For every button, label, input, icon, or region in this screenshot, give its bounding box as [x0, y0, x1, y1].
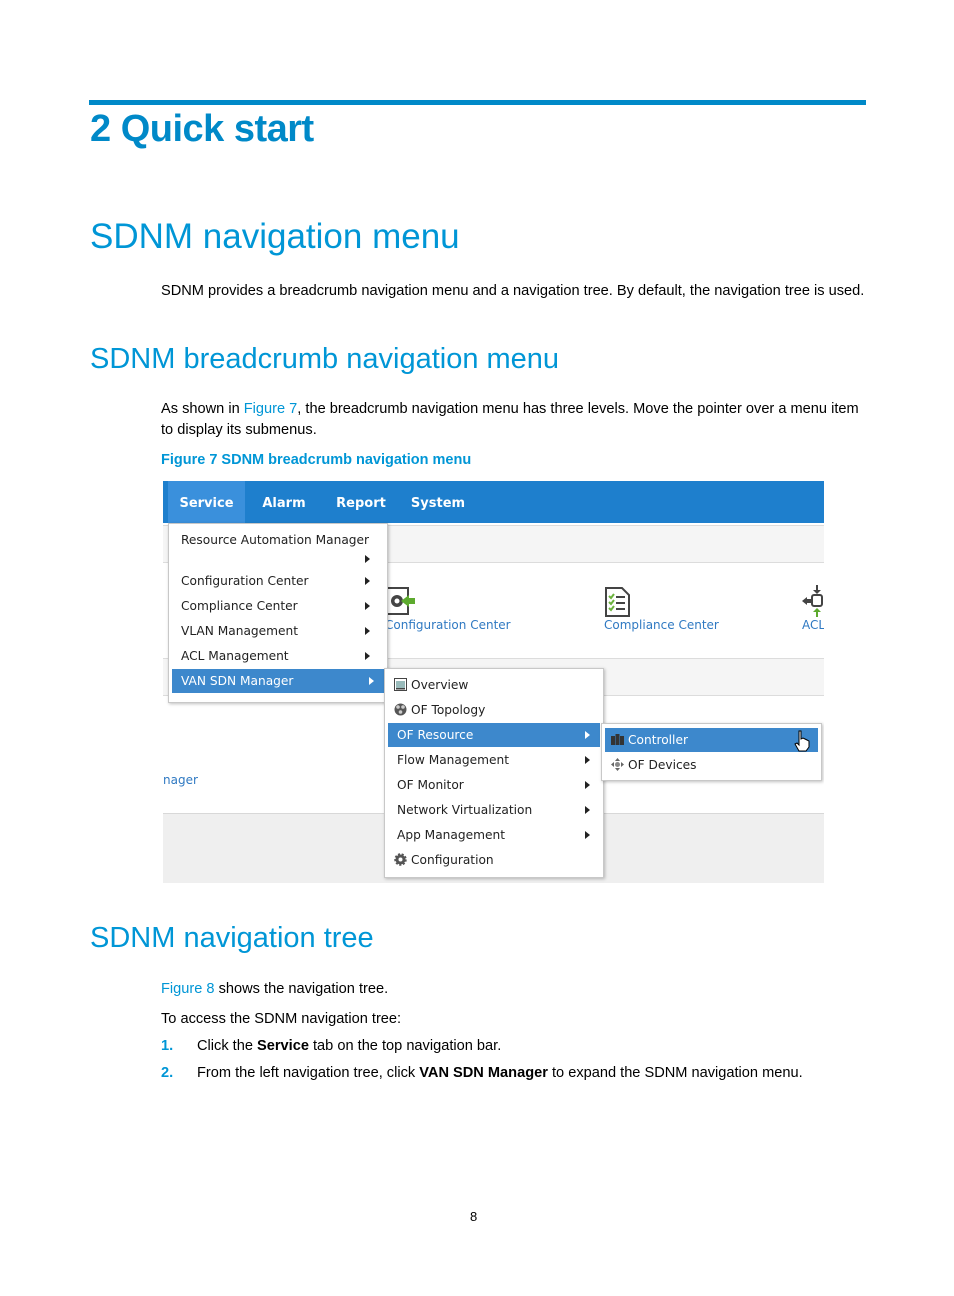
menu-item-configuration-center[interactable]: Configuration Center	[172, 569, 384, 593]
tab-system[interactable]: System	[405, 481, 471, 523]
menu-item-label: Flow Management	[397, 753, 509, 767]
page-number: 8	[470, 1209, 478, 1224]
menu-item-van-sdn-manager[interactable]: VAN SDN Manager	[172, 669, 384, 693]
gear-icon	[394, 853, 407, 866]
chapter-rule	[89, 100, 866, 105]
breadcrumb-section-title: SDNM breadcrumb navigation menu	[90, 343, 560, 375]
menu-item-of-devices[interactable]: OF Devices	[605, 753, 818, 777]
submenu-arrow-icon	[585, 781, 590, 789]
menu-item-label: ACL Management	[181, 649, 289, 663]
menu-item-configuration[interactable]: Configuration	[388, 848, 600, 872]
menu-item-of-monitor[interactable]: OF Monitor	[388, 773, 600, 797]
section-title: SDNM navigation menu	[90, 217, 460, 256]
of-devices-icon	[611, 758, 624, 771]
menu-item-app-management[interactable]: App Management	[388, 823, 600, 847]
submenu-arrow-icon	[585, 806, 590, 814]
step-text-bold: Service	[257, 1038, 309, 1054]
menu-item-label: VAN SDN Manager	[181, 674, 294, 688]
menu-item-label: Compliance Center	[181, 599, 298, 613]
submenu-arrow-icon	[365, 577, 370, 585]
submenu-arrow-icon	[365, 602, 370, 610]
compliance-center-link[interactable]: Compliance Center	[604, 618, 719, 632]
menu-item-label: OF Resource	[397, 728, 474, 742]
step-text-pre: Click the	[197, 1038, 258, 1054]
breadcrumb-paragraph: As shown in Figure 7, the breadcrumb nav…	[161, 399, 866, 441]
submenu-arrow-icon	[585, 756, 590, 764]
topology-icon	[394, 703, 407, 716]
menu-item-flow-management[interactable]: Flow Management	[388, 748, 600, 772]
submenu-arrow-icon	[365, 652, 370, 660]
submenu-arrow-icon	[365, 627, 370, 635]
menu-item-controller[interactable]: Controller	[605, 728, 818, 752]
step-text-post: tab on the top navigation bar.	[308, 1038, 502, 1054]
figure-8-link[interactable]: Figure 8	[161, 981, 215, 997]
access-intro: To access the SDNM navigation tree:	[161, 1011, 402, 1027]
van-sdn-manager-submenu: Overview OF Topology OF Resource Flow Ma…	[384, 668, 604, 878]
submenu-arrow-icon	[585, 831, 590, 839]
top-navbar: Service Alarm Report System	[163, 481, 824, 523]
figure-7-screenshot: Service Alarm Report System Configuratio…	[163, 481, 824, 883]
intro-paragraph: SDNM provides a breadcrumb navigation me…	[161, 283, 865, 299]
acl-icon	[802, 585, 823, 617]
step-text-pre: From the left navigation tree, click	[197, 1065, 420, 1081]
para-prefix: As shown in	[161, 401, 244, 417]
step-number: 1.	[161, 1038, 174, 1054]
menu-item-label: Network Virtualization	[397, 803, 533, 817]
step-text-post: to expand the SDNM navigation menu.	[547, 1065, 803, 1081]
configuration-center-link[interactable]: Configuration Center	[385, 618, 511, 632]
menu-item-overview[interactable]: Overview	[388, 673, 600, 697]
figure-caption: Figure 7 SDNM breadcrumb navigation menu	[161, 452, 472, 468]
menu-item-label: Configuration Center	[181, 574, 309, 588]
menu-item-label: OF Monitor	[397, 778, 464, 792]
submenu-arrow-icon	[585, 731, 590, 739]
tab-alarm[interactable]: Alarm	[251, 481, 317, 523]
step-2: 2. From the left navigation tree, click V…	[161, 1065, 803, 1081]
menu-item-label: App Management	[397, 828, 505, 842]
menu-item-label: OF Topology	[411, 703, 486, 717]
step-number: 2.	[161, 1065, 174, 1081]
para-suffix: shows the navigation tree.	[214, 981, 389, 997]
menu-item-vlan-management[interactable]: VLAN Management	[172, 619, 384, 643]
menu-item-acl-management[interactable]: ACL Management	[172, 644, 384, 668]
step-1: 1. Click the Service tab on the top navig…	[161, 1038, 501, 1054]
tab-service[interactable]: Service	[168, 481, 245, 523]
compliance-center-icon	[605, 587, 630, 617]
menu-item-label: Overview	[411, 678, 469, 692]
hand-cursor-icon	[794, 730, 810, 752]
menu-item-of-resource[interactable]: OF Resource	[388, 723, 600, 747]
menu-item-label: Configuration	[411, 853, 494, 867]
menu-item-compliance-center[interactable]: Compliance Center	[172, 594, 384, 618]
submenu-arrow-icon	[369, 677, 374, 685]
acl-link[interactable]: ACL	[802, 618, 824, 632]
configuration-center-icon	[385, 587, 415, 615]
step-text-bold: VAN SDN Manager	[419, 1065, 548, 1081]
of-resource-submenu: Controller OF Devices	[601, 723, 822, 781]
menu-item-label: Controller	[628, 733, 688, 747]
submenu-arrow-icon	[365, 555, 370, 563]
menu-item-label: VLAN Management	[181, 624, 299, 638]
service-dropdown-menu: Resource Automation Manager Configuratio…	[168, 523, 388, 703]
menu-item-label: OF Devices	[628, 758, 697, 772]
van-sdn-manager-partial-link[interactable]: nager	[163, 773, 198, 787]
tab-report[interactable]: Report	[325, 481, 397, 523]
tree-section-title: SDNM navigation tree	[90, 922, 374, 954]
menu-item-network-virtualization[interactable]: Network Virtualization	[388, 798, 600, 822]
chapter-title: 2 Quick start	[90, 108, 314, 150]
figure-7-link[interactable]: Figure 7	[244, 401, 298, 417]
menu-item-of-topology[interactable]: OF Topology	[388, 698, 600, 722]
overview-icon	[394, 678, 407, 691]
controller-icon	[611, 734, 624, 745]
menu-item-resource-automation-manager[interactable]: Resource Automation Manager	[172, 528, 384, 566]
menu-item-label: Resource Automation Manager	[181, 533, 370, 547]
tree-paragraph: Figure 8 shows the navigation tree.	[161, 979, 866, 1000]
